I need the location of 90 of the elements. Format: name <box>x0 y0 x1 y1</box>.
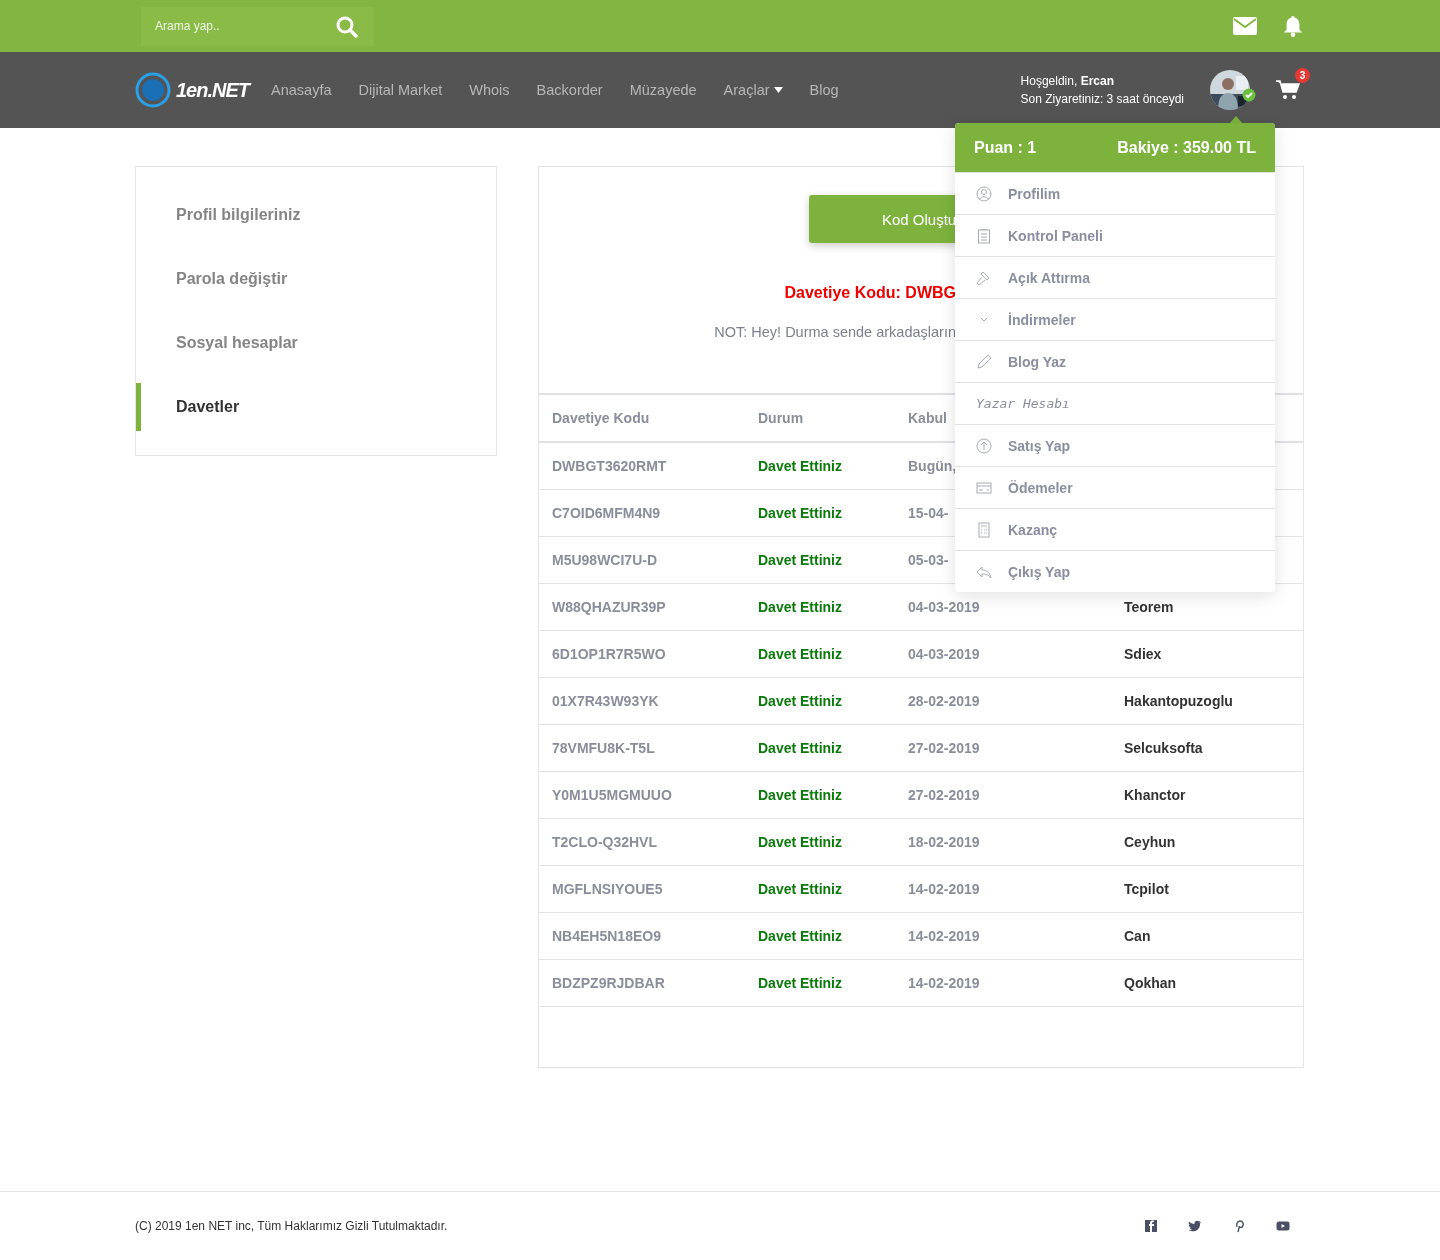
table-cell: 01X7R43W93YK <box>552 693 659 709</box>
column-header: Kabul <box>908 410 947 426</box>
table-cell: 6D1OP1R7R5WO <box>552 646 666 662</box>
table-cell: Davet Ettiniz <box>758 975 842 991</box>
table-cell: Y0M1U5MGMUUO <box>552 787 672 803</box>
table-cell: T2CLO-Q32HVL <box>552 834 657 850</box>
table-cell: Davet Ettiniz <box>758 599 842 615</box>
table-cell: C7OID6MFM4N9 <box>552 505 661 521</box>
table-cell: 27-02-2019 <box>908 787 980 803</box>
table-cell: Davet Ettiniz <box>758 787 842 803</box>
pencil-icon <box>976 353 992 370</box>
table-cell: Khanctor <box>1124 787 1186 803</box>
nav-link[interactable]: Blog <box>809 82 839 98</box>
table-cell: Davet Ettiniz <box>758 834 842 850</box>
arrow-up-circle-icon <box>976 437 992 454</box>
table-cell: Davet Ettiniz <box>758 646 842 662</box>
table-cell: Davet Ettiniz <box>758 505 842 521</box>
note-text: NOT: Hey! Durma sende arkadaşların <box>713 324 957 340</box>
logo-text[interactable]: 1en.NET <box>176 78 250 102</box>
nav-link[interactable]: Müzayede <box>629 82 697 98</box>
chevron-down-icon <box>980 317 988 322</box>
table-cell: 78VMFU8K-T5L <box>552 740 655 756</box>
dropdown-menu-item[interactable]: Satış Yap <box>1008 437 1070 454</box>
dropdown-menu-item[interactable]: Kazanç <box>1008 521 1058 538</box>
table-cell: MGFLNSIYOUE5 <box>552 881 663 897</box>
sidebar-item[interactable]: Sosyal hesaplar <box>136 319 496 367</box>
calculator-icon <box>976 521 992 538</box>
table-cell: 14-02-2019 <box>908 881 980 897</box>
gavel-icon <box>976 269 992 286</box>
facebook-icon[interactable] <box>1144 1219 1158 1233</box>
table-cell: 14-02-2019 <box>908 928 980 944</box>
column-header: Durum <box>758 410 804 426</box>
table-cell: 27-02-2019 <box>908 740 980 756</box>
greeting-text: Hoşgeldin, Ercan <box>1020 73 1115 90</box>
table-cell: 04-03-2019 <box>908 646 980 662</box>
table-cell: 15-04- <box>908 505 949 521</box>
card-icon <box>976 479 992 496</box>
table-cell: Hakantopuzoglu <box>1124 693 1233 709</box>
dropdown-menu-item[interactable]: Blog Yaz <box>1008 353 1067 370</box>
table-cell: Sdiex <box>1124 646 1162 662</box>
table-cell: Tcpilot <box>1124 881 1169 897</box>
sidebar-item[interactable]: Parola değiştir <box>136 255 496 303</box>
table-cell: Davet Ettiniz <box>758 693 842 709</box>
sidebar-item[interactable]: Davetler <box>136 383 496 431</box>
menu-section-heading: Yazar Hesabı <box>976 396 1070 411</box>
invite-code-text: Davetiye Kodu: DWBG <box>783 284 957 302</box>
table-cell: Selcuksofta <box>1124 740 1203 756</box>
table-cell: NB4EH5N18EO9 <box>552 928 661 944</box>
table-cell: Davet Ettiniz <box>758 552 842 568</box>
dropdown-menu-item[interactable]: İndirmeler <box>1008 311 1076 328</box>
cart-count-badge: 3 <box>1295 68 1310 83</box>
dropdown-menu-item[interactable]: Çıkış Yap <box>1008 563 1070 580</box>
person-icon <box>976 185 992 202</box>
nav-link[interactable]: Whois <box>469 82 510 98</box>
twitter-icon[interactable] <box>1188 1219 1202 1233</box>
table-cell: 05-03- <box>908 552 949 568</box>
table-cell: Ceyhun <box>1124 834 1176 850</box>
logo-icon <box>135 72 173 108</box>
nav-link[interactable]: Dijital Market <box>358 82 443 98</box>
table-cell: 04-03-2019 <box>908 599 980 615</box>
table-cell: W88QHAZUR39P <box>552 599 666 615</box>
dropdown-menu-item[interactable]: Ödemeler <box>1008 479 1073 496</box>
clipboard-icon <box>976 227 992 244</box>
table-cell: BDZPZ9RJDBAR <box>552 975 665 991</box>
last-visit-text: Son Ziyaretiniz: 3 saat önceydi <box>1020 91 1184 108</box>
search-field[interactable]: Arama yap.. <box>141 6 374 46</box>
table-cell: Teorem <box>1124 599 1174 615</box>
cart-icon[interactable] <box>1276 79 1300 101</box>
table-cell: M5U98WCI7U-D <box>552 552 657 568</box>
table-cell: DWBGT3620RMT <box>552 458 667 474</box>
table-cell: Can <box>1124 928 1151 944</box>
table-cell: 18-02-2019 <box>908 834 980 850</box>
copyright-text: (C) 2019 1en NET inc, Tüm Haklarımız Gizli Tutulmaktadır. <box>135 1219 448 1233</box>
nav-link[interactable]: Backorder <box>536 82 603 98</box>
table-cell: 14-02-2019 <box>908 975 980 991</box>
table-cell: 28-02-2019 <box>908 693 980 709</box>
sidebar-item[interactable]: Profil bilgileriniz <box>136 191 496 239</box>
table-cell: Davet Ettiniz <box>758 740 842 756</box>
balance-text: Bakiye : 359.00 TL <box>1117 138 1256 157</box>
nav-link[interactable]: Anasayfa <box>271 82 332 98</box>
table-cell: Qokhan <box>1124 975 1177 991</box>
dropdown-menu-item[interactable]: Açık Attırma <box>1008 269 1090 286</box>
column-header: Davetiye Kodu <box>552 410 650 426</box>
table-cell: Davet Ettiniz <box>758 881 842 897</box>
youtube-icon[interactable] <box>1276 1219 1290 1233</box>
table-cell: Bugün, <box>908 458 957 474</box>
points-text: Puan : 1 <box>974 138 1037 157</box>
nav-link[interactable]: Araçlar <box>723 82 783 98</box>
table-cell: Davet Ettiniz <box>758 928 842 944</box>
table-cell: Davet Ettiniz <box>758 458 842 474</box>
